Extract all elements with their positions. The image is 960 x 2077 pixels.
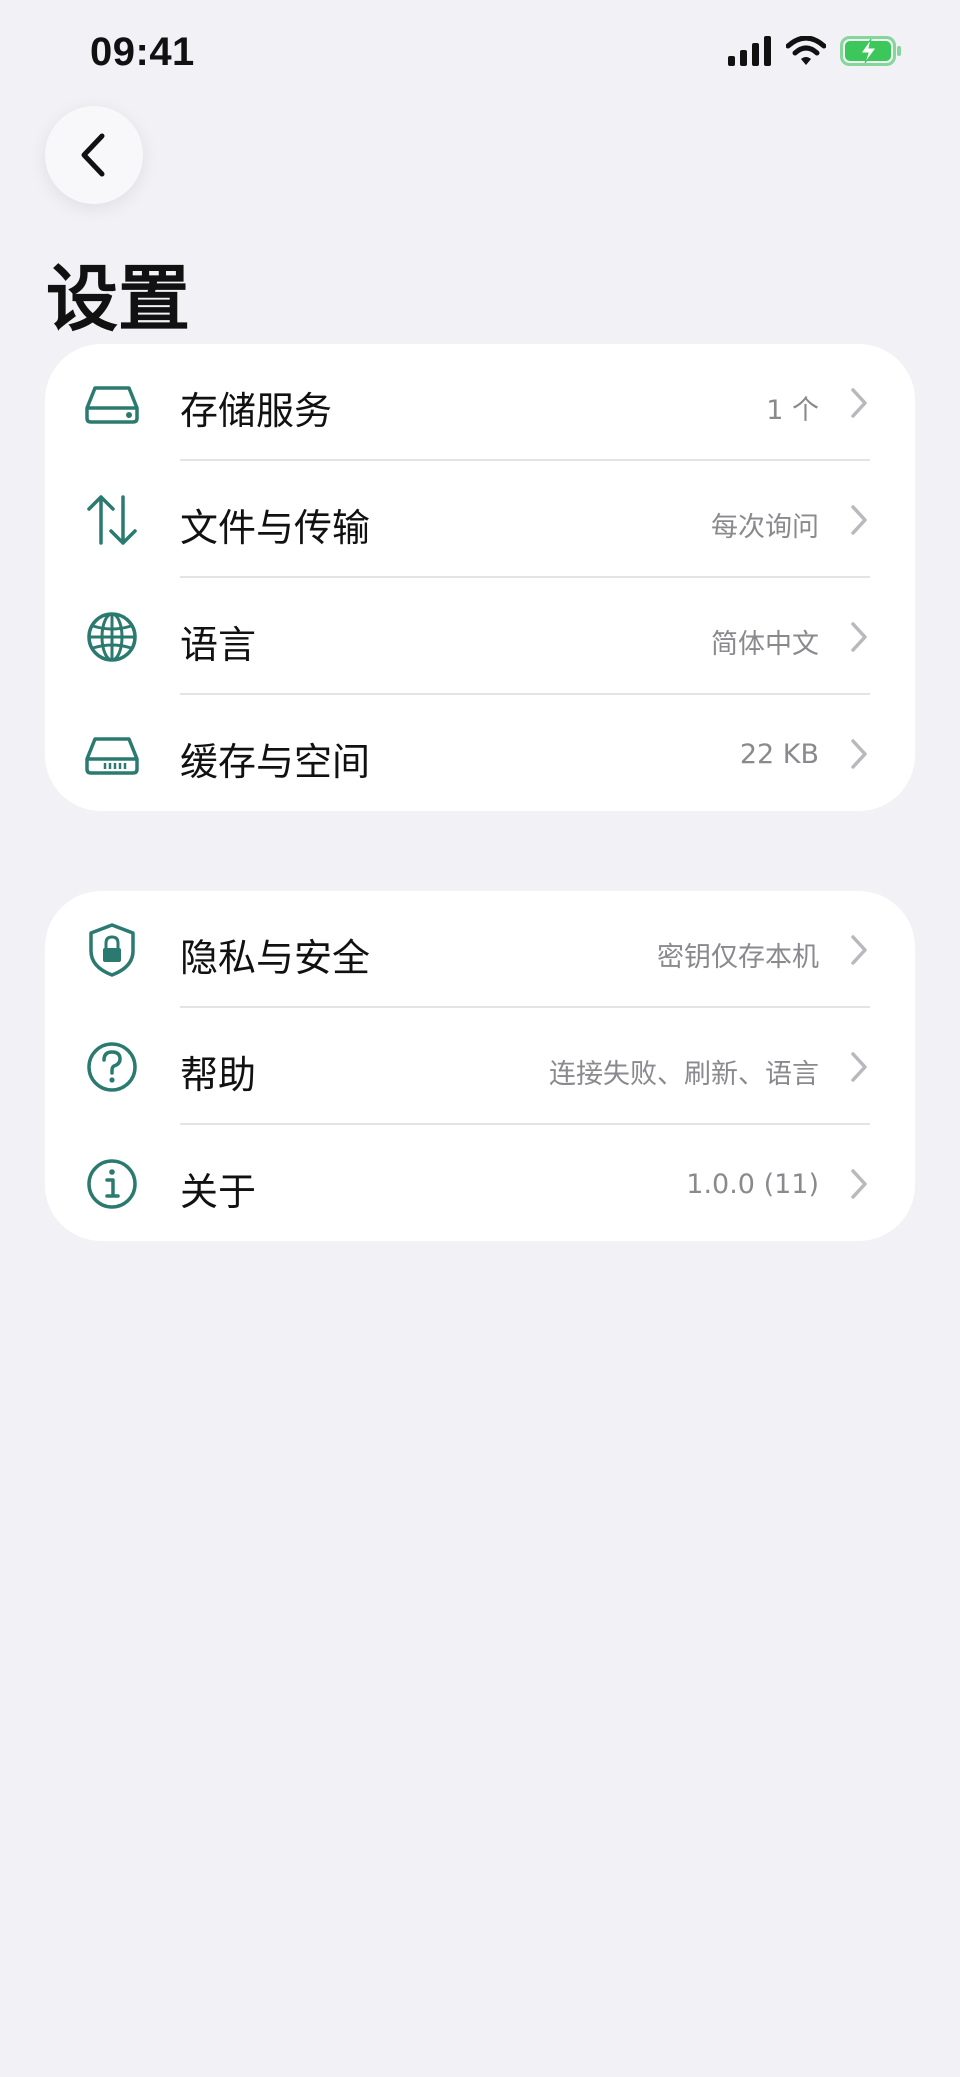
cache-drive-icon [83,725,141,783]
page-title: 设置 [46,257,191,341]
info-icon [83,1155,141,1213]
back-button[interactable] [45,106,143,204]
battery-charging-icon [840,36,901,66]
settings-row-value: 简体中文 [711,629,819,660]
storage-drive-icon [83,374,141,432]
settings-row-value: 22 KB [739,739,819,770]
settings-row-value: 密钥仅存本机 [657,942,819,973]
chevron-right-icon [851,935,867,965]
settings-row-label: 帮助 [180,1053,257,1097]
settings-row-label: 文件与传输 [180,506,371,550]
settings-row-language[interactable]: 语言 简体中文 [45,578,915,695]
settings-row-files-transfer[interactable]: 文件与传输 每次询问 [45,461,915,578]
settings-row-value: 连接失败、刷新、语言 [549,1059,819,1090]
settings-row-help[interactable]: 帮助 连接失败、刷新、语言 [45,1008,915,1125]
status-time: 09:41 [90,30,195,74]
status-bar: 09:41 [0,0,960,110]
chevron-right-icon [851,388,867,418]
shield-lock-icon [83,921,141,979]
chevron-right-icon [851,622,867,652]
transfer-arrows-icon [83,491,141,549]
chevron-right-icon [851,1169,867,1199]
settings-row-storage[interactable]: 存储服务 1 个 [45,344,915,461]
settings-row-value: 1 个 [766,395,819,426]
settings-group-general: 存储服务 1 个 文件与传输 每次询问 语言 简体中文 缓存与空间 22 KB [45,344,915,811]
status-icons [728,36,902,66]
settings-row-label: 语言 [180,623,257,667]
settings-row-privacy[interactable]: 隐私与安全 密钥仅存本机 [45,891,915,1008]
chevron-right-icon [851,739,867,769]
settings-row-value: 1.0.0 (11) [686,1169,819,1200]
chevron-right-icon [851,1052,867,1082]
settings-row-label: 缓存与空间 [180,740,371,784]
settings-row-cache[interactable]: 缓存与空间 22 KB [45,695,915,812]
chevron-left-icon [81,133,105,177]
settings-row-label: 关于 [180,1170,257,1214]
settings-group-about: 隐私与安全 密钥仅存本机 帮助 连接失败、刷新、语言 关于 1.0.0 (11) [45,891,915,1241]
settings-row-value: 每次询问 [711,512,819,543]
cellular-signal-icon [728,36,771,66]
globe-icon [83,608,141,666]
wifi-icon [786,36,826,65]
settings-row-label: 隐私与安全 [180,936,371,980]
chevron-right-icon [851,505,867,535]
question-icon [83,1038,141,1096]
settings-row-about[interactable]: 关于 1.0.0 (11) [45,1125,915,1242]
settings-row-label: 存储服务 [180,389,333,433]
